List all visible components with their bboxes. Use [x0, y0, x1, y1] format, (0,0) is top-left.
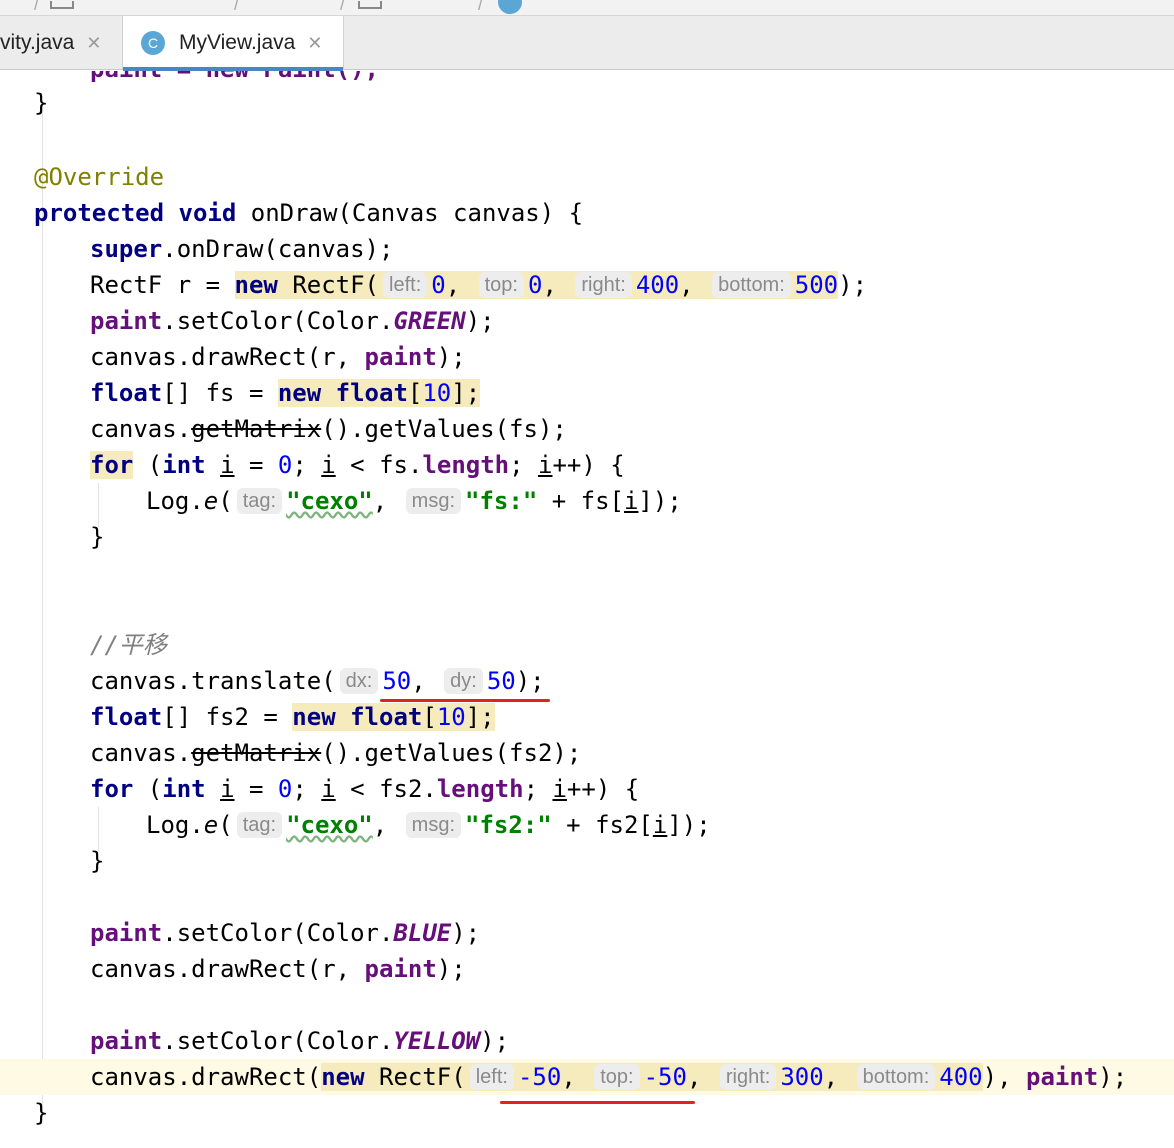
- param-hint: right:: [719, 1064, 777, 1090]
- code-line: canvas.drawRect(r, paint);: [90, 955, 466, 983]
- param-hint: left:: [469, 1064, 514, 1090]
- param-hint: tag:: [236, 488, 283, 514]
- code-line: }: [90, 847, 105, 875]
- code-line: float[] fs = new float[10];: [90, 379, 481, 407]
- param-hint: bottom:: [712, 272, 791, 298]
- param-hint: bottom:: [856, 1064, 936, 1090]
- folder-icon: [50, 1, 74, 9]
- code-line: }: [34, 89, 49, 117]
- param-hint: msg:: [405, 488, 462, 514]
- code-line: paint.setColor(Color.GREEN);: [90, 307, 495, 335]
- param-hint: top:: [594, 1064, 640, 1090]
- code-line: canvas.getMatrix().getValues(fs);: [90, 415, 567, 443]
- code-line: paint.setColor(Color.YELLOW);: [90, 1027, 510, 1055]
- editor-tab-bar: vity.java ✕ C MyView.java ✕: [0, 16, 1174, 71]
- tab-label: MyView.java: [179, 31, 296, 54]
- code-line: canvas.drawRect(r, paint);: [90, 343, 466, 371]
- tab-label: vity.java: [0, 31, 75, 54]
- tab-activity-java[interactable]: vity.java ✕: [0, 16, 118, 70]
- code-line: for (int i = 0; i < fs.length; i++) {: [90, 451, 625, 479]
- code-line: canvas.translate(dx: 50, dy: 50);: [90, 667, 545, 695]
- breadcrumb-separator: /: [340, 0, 346, 14]
- breadcrumb-separator: /: [34, 0, 40, 14]
- param-hint: msg:: [405, 812, 462, 838]
- class-icon: [498, 0, 522, 14]
- code-line: }: [90, 523, 105, 551]
- param-hint: top:: [478, 272, 524, 298]
- code-line: protected void onDraw(Canvas canvas) {: [34, 199, 584, 227]
- class-icon: C: [141, 31, 165, 55]
- code-line: float[] fs2 = new float[10];: [90, 703, 495, 731]
- param-hint: right:: [575, 272, 632, 298]
- breadcrumb-separator: /: [234, 0, 240, 14]
- code-line-current: canvas.drawRect(new RectF(left: -50, top:…: [0, 1059, 1174, 1095]
- param-hint: dx:: [339, 668, 379, 694]
- code-line: RectF r = new RectF(left: 0, top: 0, right…: [90, 271, 868, 299]
- code-line: super.onDraw(canvas);: [90, 235, 394, 263]
- tab-myview-java[interactable]: C MyView.java ✕: [122, 16, 344, 71]
- code-line: @Override: [34, 163, 165, 191]
- code-line: }: [34, 1099, 49, 1127]
- code-line: paint.setColor(Color.BLUE);: [90, 919, 481, 947]
- breadcrumb: / / / /: [0, 0, 1174, 16]
- breadcrumb-separator: /: [478, 0, 484, 14]
- code-line: Log.e(tag: "cexo", msg: "fs2:" + fs2[i]);: [146, 811, 711, 839]
- param-hint: tag:: [236, 812, 283, 838]
- folder-icon: [358, 1, 382, 9]
- code-line: Log.e(tag: "cexo", msg: "fs:" + fs[i]);: [146, 487, 682, 515]
- code-editor[interactable]: paint = new Paint(); } @Override protect…: [0, 71, 1174, 1148]
- param-hint: dy:: [444, 668, 483, 694]
- code-line: canvas.getMatrix().getValues(fs2);: [90, 739, 582, 767]
- param-hint: left:: [383, 272, 428, 298]
- close-icon[interactable]: ✕: [86, 33, 101, 54]
- code-line: for (int i = 0; i < fs2.length; i++) {: [90, 775, 640, 803]
- close-icon[interactable]: ✕: [307, 33, 322, 54]
- code-line: //平移: [90, 631, 167, 659]
